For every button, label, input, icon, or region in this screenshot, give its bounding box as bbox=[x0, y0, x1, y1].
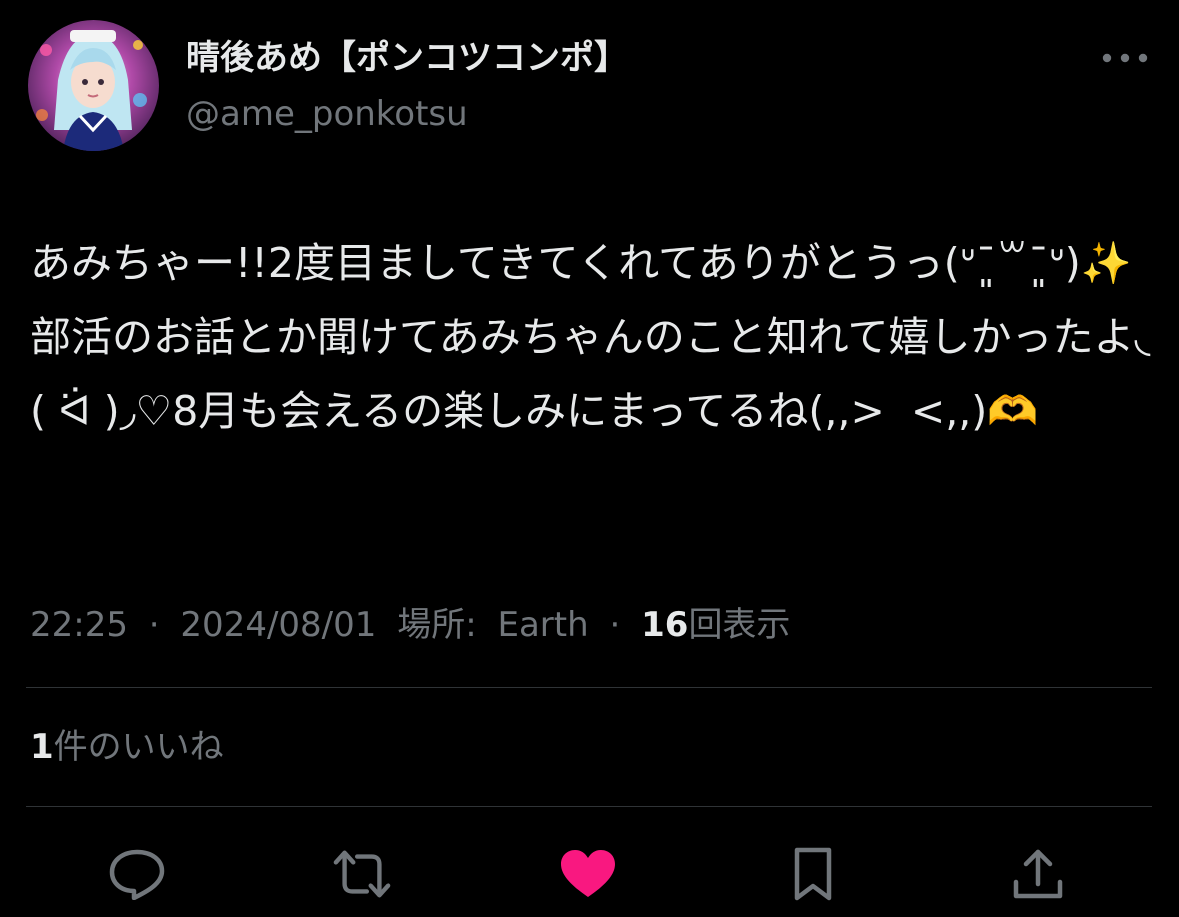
more-horizontal-icon bbox=[1102, 53, 1148, 63]
reply-icon bbox=[109, 849, 165, 900]
bookmark-icon bbox=[794, 847, 832, 901]
location-label: 場所: bbox=[397, 605, 477, 645]
avatar-image bbox=[28, 20, 159, 151]
reply-button[interactable] bbox=[107, 846, 167, 902]
avatar[interactable] bbox=[28, 20, 159, 151]
likes-count: 1 bbox=[30, 727, 54, 767]
tweet-meta: 22:25 · 2024/08/01 場所: Earth · 16回表示 bbox=[30, 602, 790, 648]
meta-separator: · bbox=[609, 605, 621, 645]
retweet-button[interactable] bbox=[332, 846, 392, 902]
views-count: 16 bbox=[641, 605, 689, 645]
divider bbox=[26, 806, 1152, 807]
likes-summary[interactable]: 1件のいいね bbox=[30, 724, 224, 770]
tweet-location: Earth bbox=[497, 605, 589, 645]
bookmark-button[interactable] bbox=[783, 846, 843, 902]
tweet-time[interactable]: 22:25 bbox=[30, 605, 128, 645]
share-icon bbox=[1013, 849, 1063, 899]
like-button[interactable] bbox=[558, 846, 618, 902]
views-label: 回表示 bbox=[688, 605, 791, 645]
tweet-date[interactable]: 2024/08/01 bbox=[180, 605, 376, 645]
tweet-text: あみちゃー!!2度目ましてきてくれてありがとうっ(ᐡ¯͈꒳¯͈ᐡ)✨ 部活のお話… bbox=[30, 239, 1151, 435]
author-handle[interactable]: @ame_ponkotsu bbox=[186, 92, 468, 136]
divider bbox=[26, 687, 1152, 688]
more-options-button[interactable] bbox=[1098, 48, 1152, 68]
likes-label: 件のいいね bbox=[53, 727, 224, 767]
retweet-icon bbox=[333, 850, 391, 898]
meta-separator: · bbox=[148, 605, 160, 645]
share-button[interactable] bbox=[1008, 846, 1068, 902]
heart-filled-icon bbox=[561, 850, 615, 897]
author-display-name[interactable]: 晴後あめ【ポンコツコンポ】 bbox=[186, 36, 628, 80]
